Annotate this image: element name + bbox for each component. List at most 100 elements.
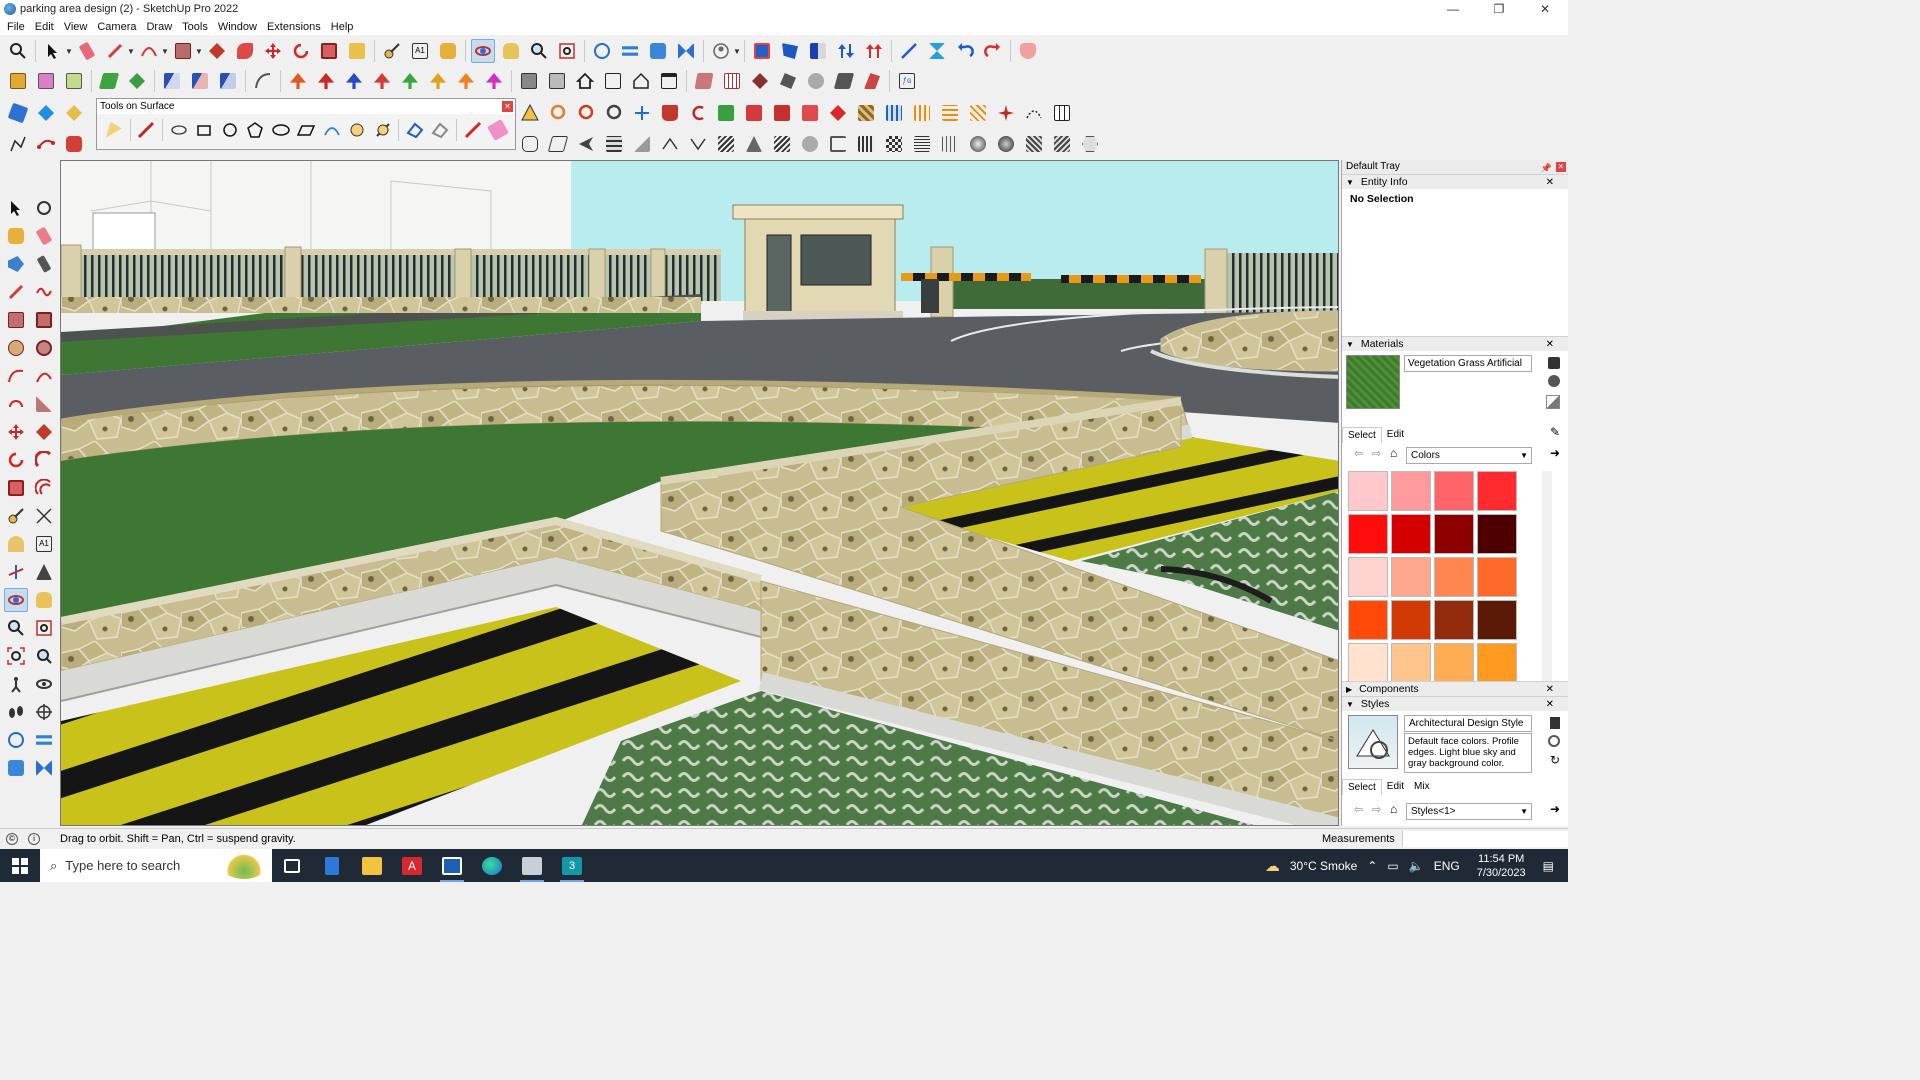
tos-parallelogram-icon[interactable] [295,118,317,142]
tos-offset-2-icon[interactable] [372,118,394,142]
columns-icon[interactable] [854,132,878,156]
zoom-window-tool-icon[interactable] [32,616,56,640]
views-front-icon[interactable] [601,69,625,93]
push-pull-icon[interactable] [205,39,229,63]
layers-icon[interactable] [646,39,670,63]
task-view-icon[interactable] [272,849,312,882]
tab-edit[interactable]: Edit [1382,427,1409,443]
tos-erase-icon[interactable] [430,118,452,142]
color-swatch[interactable] [1434,600,1474,640]
slope-icon[interactable] [630,132,654,156]
menu-file[interactable]: File [2,21,30,33]
axis-arrow-n-icon[interactable] [426,69,450,93]
chevron-down-icon[interactable]: ▼ [65,47,73,56]
chevron-down-icon[interactable]: ▼ [161,47,169,56]
back-arrow-icon[interactable]: ⇦ [1354,447,1363,460]
home-icon[interactable]: ⌂ [1390,802,1397,816]
section-fill-icon[interactable] [4,756,28,780]
taskbar-search[interactable]: ⌕ Type here to search [40,849,272,882]
forward-arrow-icon[interactable]: ⇨ [1372,803,1381,816]
minimize-button[interactable]: — [1430,0,1476,18]
wave-icon[interactable] [1022,132,1046,156]
material-paint-icon[interactable] [1548,375,1560,387]
color-swatch[interactable] [1348,557,1388,597]
curve-icon[interactable] [251,69,275,93]
file-explorer-icon[interactable] [352,849,392,882]
grid-orange-icon[interactable] [910,101,934,125]
chevron-up-icon[interactable]: ⌃ [1367,859,1377,873]
curve-draw-icon[interactable] [6,132,30,156]
vehicle-icon[interactable] [62,132,86,156]
slash-blue-icon[interactable] [160,69,184,93]
tube-icon[interactable] [798,132,822,156]
color-swatch[interactable] [1477,557,1517,597]
bowtie-icon[interactable] [925,39,949,63]
scale-icon[interactable] [317,39,341,63]
create-material-icon[interactable] [1548,357,1560,369]
materials-header[interactable]: ▼ Materials ✕ [1342,336,1568,351]
plugin-fg-icon[interactable]: ƒɢ [895,69,919,93]
make-component-icon[interactable] [32,196,56,220]
weather-text[interactable]: 30°C Smoke [1290,859,1358,873]
lasso-3-icon[interactable] [602,101,626,125]
style-name-field[interactable]: Architectural Design Style [1404,715,1532,732]
solid-intersect-icon[interactable] [34,101,58,125]
tos-polyline-icon[interactable] [321,118,343,142]
mirror-icon[interactable] [778,39,802,63]
style-collection-select[interactable]: Styles<1> ▼ [1406,803,1532,820]
grid-orange-2-icon[interactable] [938,101,962,125]
dome-icon[interactable] [994,132,1018,156]
app-teal-icon[interactable]: 3 [552,849,592,882]
text-tool-icon[interactable]: A1 [32,532,56,556]
chevron-down-icon[interactable]: ▼ [127,47,135,56]
details-arrow-icon[interactable]: ➜ [1550,802,1560,816]
clock[interactable]: 11:54 PM 7/30/2023 [1477,852,1526,880]
3d-text-tool-icon[interactable] [32,560,56,584]
tos-line-icon[interactable] [135,118,157,142]
lasso-2-icon[interactable] [574,101,598,125]
warning-icon[interactable] [518,101,542,125]
undo-icon[interactable] [953,39,977,63]
push-pull-tool-icon[interactable] [32,420,56,444]
component-cube-icon[interactable] [34,69,58,93]
entity-info-header[interactable]: ▼ Entity Info ✕ [1342,174,1568,189]
flip-icon[interactable] [750,39,774,63]
scale-tool-icon[interactable] [4,476,28,500]
green-group-icon[interactable] [714,101,738,125]
tos-rectangle-icon[interactable] [193,118,215,142]
style-texture-icon[interactable] [804,69,828,93]
style-wire-icon[interactable] [720,69,744,93]
notifications-icon[interactable]: ▤ [1543,859,1554,873]
material-name-field[interactable]: Vegetation Grass Artificial [1404,355,1532,372]
look-around-icon[interactable] [32,672,56,696]
arc-icon[interactable] [137,39,161,63]
hand-icon[interactable] [1016,39,1040,63]
protractor-tool-icon[interactable] [4,532,28,556]
house-outline-icon[interactable] [629,69,653,93]
arc-tool-icon[interactable] [4,364,28,388]
style-shaded-icon[interactable] [776,69,800,93]
rotated-rectangle-icon[interactable] [32,308,56,332]
update-style-icon[interactable] [1548,735,1560,747]
maximize-button[interactable]: ❐ [1476,0,1522,18]
axis-arrow-x-icon[interactable] [454,69,478,93]
pattern-icon[interactable] [854,101,878,125]
components-header[interactable]: ▶ Components ✕ [1342,681,1568,696]
volume-icon[interactable]: 🔈 [1409,859,1424,873]
details-arrow-icon[interactable]: ➜ [1550,446,1560,460]
hatch-icon[interactable] [714,132,738,156]
chevron-down-icon[interactable]: ▼ [195,47,203,56]
eraser-icon[interactable] [75,39,99,63]
freehand-tool-icon[interactable] [32,280,56,304]
color-swatch[interactable] [1477,600,1517,640]
slash-blue-2-icon[interactable] [188,69,212,93]
bracket-icon[interactable] [826,132,850,156]
red-arrows-icon[interactable] [862,39,886,63]
chevron-down-icon[interactable]: ▼ [733,47,741,56]
tos-arc-icon[interactable] [168,118,190,142]
close-icon[interactable]: ✕ [1546,697,1554,712]
hex-icon[interactable] [1078,132,1102,156]
ribs-icon[interactable] [938,132,962,156]
tos-polygon-icon[interactable] [244,118,266,142]
zoom-extents-icon[interactable] [6,39,30,63]
